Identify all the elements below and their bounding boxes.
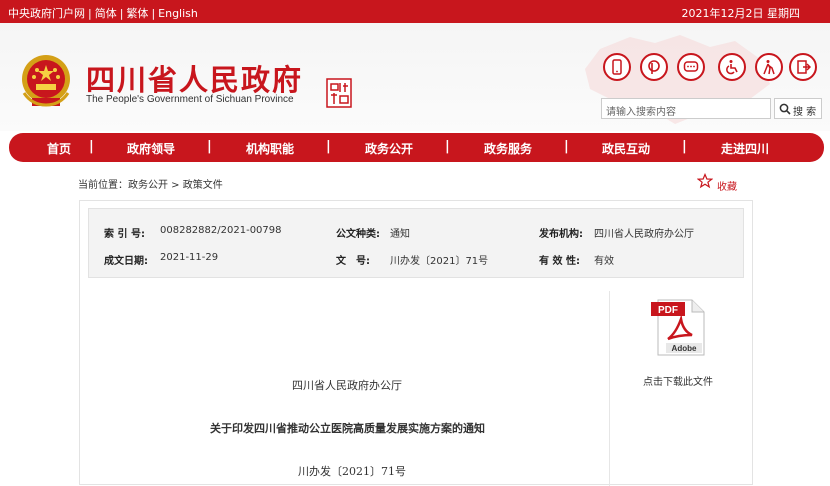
docno-label: 文 号: xyxy=(336,256,370,267)
category-value: 通知 xyxy=(390,229,410,240)
nav-item-interaction[interactable]: 政民互动 xyxy=(602,140,650,157)
docno-value: 川办发〔2021〕71号 xyxy=(390,256,489,267)
link-simplified[interactable]: 简体 xyxy=(95,7,117,20)
validity-value: 有效 xyxy=(594,256,614,267)
breadcrumb: 当前位置：政务公开 > 政策文件 xyxy=(78,176,223,191)
nav-separator: | xyxy=(564,139,569,154)
top-separator: | xyxy=(88,7,92,20)
validity-label: 有 效 性: xyxy=(539,256,580,267)
document-number: 川办发〔2021〕71号 xyxy=(298,465,406,478)
date-value: 2021-11-29 xyxy=(160,252,219,263)
nav-separator: | xyxy=(89,139,94,154)
search-icon xyxy=(779,103,791,115)
issuer-value: 四川省人民政府办公厅 xyxy=(594,229,694,240)
nav-item-leaders[interactable]: 政府领导 xyxy=(127,140,175,157)
breadcrumb-label: 当前位置： xyxy=(78,180,128,191)
favorite-label: 收藏 xyxy=(717,182,737,193)
accessibility-icon[interactable] xyxy=(718,53,746,81)
message-icon[interactable] xyxy=(677,53,705,81)
national-emblem-icon xyxy=(22,55,70,107)
top-separator: | xyxy=(151,7,156,20)
category-label: 公文种类: xyxy=(336,229,380,240)
nav-separator: | xyxy=(207,139,212,154)
nav-separator: | xyxy=(326,139,331,154)
site-title[interactable]: 四川省人民政府 xyxy=(86,57,303,99)
pdf-label: PDF xyxy=(658,305,678,316)
column-divider xyxy=(609,291,610,486)
content-frame: 索 引 号: 008282882/2021-00798 公文种类: 通知 发布机… xyxy=(79,200,753,486)
pdf-download-icon[interactable]: PDF Adobe xyxy=(650,299,708,357)
document-meta: 索 引 号: 008282882/2021-00798 公文种类: 通知 发布机… xyxy=(88,208,744,278)
top-bar: 中央政府门户网 | 简体 | 繁体 | English 2021年12月2日 星期四 xyxy=(0,0,830,23)
star-icon xyxy=(697,173,713,189)
link-traditional[interactable]: 繁体 xyxy=(126,7,148,20)
adobe-label: Adobe xyxy=(672,344,697,353)
weibo-icon[interactable] xyxy=(640,53,668,81)
index-label: 索 引 号: xyxy=(104,229,145,240)
nav-item-home[interactable]: 首页 xyxy=(47,140,71,157)
site-subtitle: The People's Government of Sichuan Provi… xyxy=(86,94,294,105)
nav-separator: | xyxy=(445,139,450,154)
date-label: 成文日期: xyxy=(104,256,148,267)
mobile-icon[interactable] xyxy=(603,53,631,81)
document-title: 关于印发四川省推动公立医院高质量发展实施方案的通知 xyxy=(210,422,485,435)
top-links: 中央政府门户网 | 简体 | 繁体 | English xyxy=(8,5,198,21)
nav-separator: | xyxy=(682,139,687,154)
document-issuer: 四川省人民政府办公厅 xyxy=(292,379,402,392)
site-header: 四川省人民政府 The People's Government of Sichu… xyxy=(0,23,830,131)
link-central-gov[interactable]: 中央政府门户网 xyxy=(8,7,85,20)
index-value: 008282882/2021-00798 xyxy=(160,225,282,236)
download-link[interactable]: 点击下载此文件 xyxy=(643,373,713,388)
nav-item-services[interactable]: 政务服务 xyxy=(484,140,532,157)
search-button[interactable]: 搜 索 xyxy=(774,98,822,119)
nav-item-gov-affairs[interactable]: 政务公开 xyxy=(365,140,413,157)
exit-icon[interactable] xyxy=(789,53,817,81)
nav-item-functions[interactable]: 机构职能 xyxy=(246,140,294,157)
main-nav: 首页 | 政府领导 | 机构职能 | 政务公开 | 政务服务 | 政民互动 | … xyxy=(9,133,824,162)
top-separator: | xyxy=(119,7,124,20)
current-date: 2021年12月2日 星期四 xyxy=(681,7,801,20)
issuer-label: 发布机构: xyxy=(539,229,583,240)
link-english[interactable]: English xyxy=(158,7,198,20)
breadcrumb-path[interactable]: 政务公开 > 政策文件 xyxy=(128,180,223,191)
seal-logo-icon xyxy=(326,78,352,108)
search-input[interactable]: 请输入搜索内容 xyxy=(601,98,771,119)
nav-item-about-sichuan[interactable]: 走进四川 xyxy=(721,140,769,157)
elderly-icon[interactable] xyxy=(755,53,783,81)
search-button-label: 搜 索 xyxy=(793,107,817,118)
